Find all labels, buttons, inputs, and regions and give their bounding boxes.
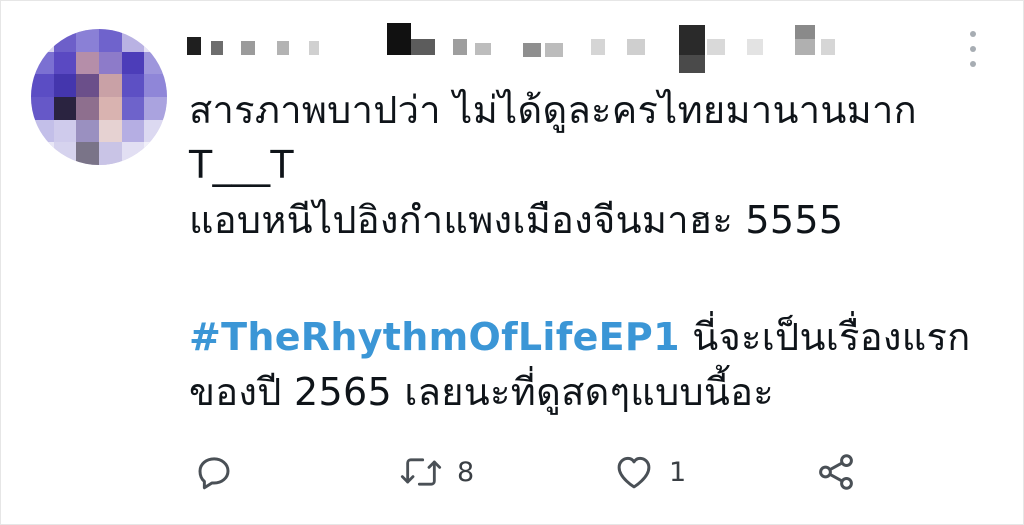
author-name-censored[interactable] (181, 23, 871, 73)
like-count: 1 (669, 456, 687, 488)
retweet-count: 8 (457, 456, 475, 488)
share-icon (819, 454, 853, 490)
more-options-icon[interactable] (963, 31, 983, 67)
like-button[interactable]: 1 (613, 449, 686, 495)
retweet-icon (400, 458, 442, 486)
share-button[interactable] (815, 449, 857, 495)
tweet-text-segment: นี่จะเป็นเรื่องแรก (679, 315, 971, 359)
hashtag-line: #TheRhythmOfLifeEP1 นี่จะเป็นเรื่องแรก (189, 310, 989, 365)
tweet-text: สารภาพบาปว่า ไม่ได้ดูละครไทยมานานมาก T__… (189, 83, 989, 420)
tweet-line: ของปี 2565 เลยนะที่ดูสดๆแบบนี้อะ (189, 370, 775, 414)
retweet-button[interactable]: 8 (399, 449, 474, 495)
tweet-line: สารภาพบาปว่า ไม่ได้ดูละครไทยมานานมาก (189, 88, 917, 132)
reply-icon (198, 457, 230, 490)
hashtag-link[interactable]: #TheRhythmOfLifeEP1 (189, 315, 680, 359)
tweet-card: สารภาพบาปว่า ไม่ได้ดูละครไทยมานานมาก T__… (0, 0, 1024, 525)
tweet-line: T___T (189, 143, 294, 187)
reply-button[interactable] (193, 449, 235, 495)
tweet-actions: 8 1 (193, 449, 893, 499)
tweet-line: แอบหนีไปอิงกำแพงเมืองจีนมาฮะ 5555 (189, 198, 844, 242)
heart-icon (617, 456, 651, 489)
avatar[interactable] (31, 29, 167, 165)
